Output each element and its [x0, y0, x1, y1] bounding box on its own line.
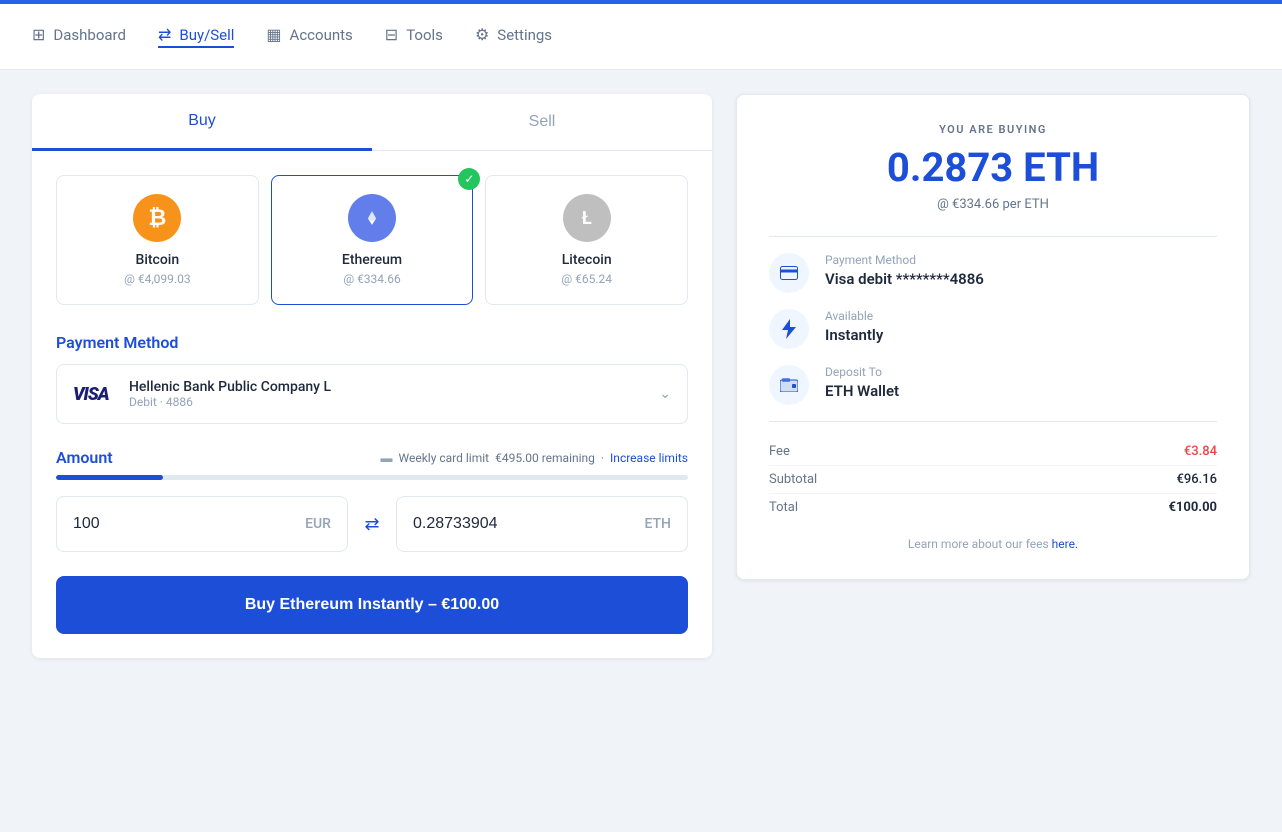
eth-input-group: ETH: [396, 496, 688, 552]
nav-buysell[interactable]: ⇄ Buy/Sell: [158, 21, 234, 48]
remaining-text: €495.00 remaining: [495, 451, 595, 465]
amount-section-label: Amount: [56, 448, 113, 467]
total-label: Total: [769, 500, 798, 515]
eur-label: EUR: [305, 516, 331, 532]
buy-button[interactable]: Buy Ethereum Instantly – €100.00: [56, 576, 688, 634]
payment-method-label: Payment Method: [825, 253, 984, 267]
order-summary: YOU ARE BUYING 0.2873 ETH @ €334.66 per …: [736, 94, 1250, 580]
summary-deposit-text: Deposit To ETH Wallet: [825, 365, 899, 400]
summary-payment-icon: [769, 253, 809, 293]
dot-separator: ·: [601, 451, 604, 465]
selected-badge: ✓: [458, 168, 480, 190]
summary-available-text: Available Instantly: [825, 309, 883, 344]
payment-sub: Debit · 4886: [129, 395, 331, 409]
available-label: Available: [825, 309, 883, 323]
tab-buy[interactable]: Buy: [32, 94, 372, 151]
crypto-card-eth[interactable]: ✓ Ethereum @ €334.66: [271, 175, 474, 305]
buysell-icon: ⇄: [158, 25, 171, 44]
payment-name: Hellenic Bank Public Company L: [129, 379, 331, 395]
subtotal-label: Subtotal: [769, 472, 817, 487]
footer-text: Learn more about our fees: [908, 537, 1052, 551]
payment-info: Hellenic Bank Public Company L Debit · 4…: [129, 379, 331, 409]
fee-value: €3.84: [1184, 444, 1217, 459]
payment-left: VISA Hellenic Bank Public Company L Debi…: [73, 379, 331, 409]
payment-section-label: Payment Method: [56, 333, 688, 352]
progress-fill: [56, 475, 163, 480]
nav-accounts[interactable]: ▦ Accounts: [266, 21, 352, 48]
weekly-limit-progress-bar: [56, 475, 688, 480]
total-row: Total €100.00: [769, 494, 1217, 521]
crypto-card-btc[interactable]: ₿ Bitcoin @ €4,099.03: [56, 175, 259, 305]
buying-amount: 0.2873 ETH: [769, 144, 1217, 191]
accounts-icon: ▦: [266, 25, 281, 44]
tools-icon: ⊟: [385, 25, 398, 44]
nav-accounts-label: Accounts: [290, 26, 353, 44]
ltc-price: @ €65.24: [498, 272, 675, 286]
summary-payment-text: Payment Method Visa debit ********4886: [825, 253, 984, 288]
summary-bolt-icon: [769, 309, 809, 349]
eur-amount-input[interactable]: [73, 515, 305, 533]
eth-price: @ €334.66: [284, 272, 461, 286]
amount-inputs: EUR ⇄ ETH: [56, 496, 688, 552]
nav-dashboard-label: Dashboard: [53, 26, 126, 44]
nav-tools-label: Tools: [406, 26, 443, 44]
visa-logo: VISA: [73, 384, 117, 405]
btc-name: Bitcoin: [69, 252, 246, 268]
available-value: Instantly: [825, 326, 883, 344]
ltc-icon: Ł: [563, 194, 611, 242]
crypto-card-ltc[interactable]: Ł Litecoin @ €65.24: [485, 175, 688, 305]
navbar: ⊞ Dashboard ⇄ Buy/Sell ▦ Accounts ⊟ Tool…: [0, 0, 1282, 70]
deposit-value: ETH Wallet: [825, 382, 899, 400]
card-icon: ▬: [381, 451, 393, 465]
dashboard-icon: ⊞: [32, 25, 45, 44]
buysell-panel: Buy Sell ₿ Bitcoin @ €4,099.03 ✓: [32, 94, 712, 658]
nav-settings[interactable]: ⚙ Settings: [475, 21, 552, 48]
deposit-label: Deposit To: [825, 365, 899, 379]
left-panel: Buy Sell ₿ Bitcoin @ €4,099.03 ✓: [32, 94, 712, 658]
buying-rate: @ €334.66 per ETH: [769, 197, 1217, 212]
settings-icon: ⚙: [475, 25, 489, 44]
total-value: €100.00: [1168, 500, 1217, 515]
limit-info: ▬ Weekly card limit €495.00 remaining · …: [381, 451, 688, 465]
chevron-down-icon: ⌄: [659, 386, 671, 402]
increase-limits-link[interactable]: Increase limits: [610, 451, 688, 465]
payment-selector[interactable]: VISA Hellenic Bank Public Company L Debi…: [56, 364, 688, 424]
summary-payment-row: Payment Method Visa debit ********4886: [769, 253, 1217, 293]
breakdown-section: Fee €3.84 Subtotal €96.16 Total €100.00: [769, 438, 1217, 521]
eur-input-group: EUR: [56, 496, 348, 552]
summary-available-row: Available Instantly: [769, 309, 1217, 349]
eth-amount-input[interactable]: [413, 515, 644, 533]
eth-label: ETH: [644, 516, 671, 532]
crypto-grid: ₿ Bitcoin @ €4,099.03 ✓: [56, 175, 688, 305]
btc-icon: ₿: [133, 194, 181, 242]
eth-name: Ethereum: [284, 252, 461, 268]
tab-header: Buy Sell: [32, 94, 712, 151]
fee-row: Fee €3.84: [769, 438, 1217, 466]
weekly-card-limit-label: Weekly card limit: [399, 451, 490, 465]
main-content: Buy Sell ₿ Bitcoin @ €4,099.03 ✓: [0, 70, 1282, 682]
amount-header: Amount ▬ Weekly card limit €495.00 remai…: [56, 448, 688, 467]
nav-buysell-label: Buy/Sell: [179, 26, 234, 44]
summary-wallet-icon: [769, 365, 809, 405]
eth-icon: [348, 194, 396, 242]
ltc-name: Litecoin: [498, 252, 675, 268]
subtotal-value: €96.16: [1176, 472, 1217, 487]
fees-link[interactable]: here.: [1052, 537, 1078, 551]
divider-1: [769, 236, 1217, 237]
btc-price: @ €4,099.03: [69, 272, 246, 286]
tab-body: ₿ Bitcoin @ €4,099.03 ✓: [32, 151, 712, 658]
fee-label: Fee: [769, 444, 790, 459]
right-panel: YOU ARE BUYING 0.2873 ETH @ €334.66 per …: [736, 94, 1250, 658]
summary-deposit-row: Deposit To ETH Wallet: [769, 365, 1217, 405]
you-are-buying-label: YOU ARE BUYING: [769, 123, 1217, 136]
subtotal-row: Subtotal €96.16: [769, 466, 1217, 494]
nav-tools[interactable]: ⊟ Tools: [385, 21, 443, 48]
swap-icon[interactable]: ⇄: [360, 514, 384, 535]
footer-note: Learn more about our fees here.: [769, 537, 1217, 551]
divider-2: [769, 421, 1217, 422]
tab-sell[interactable]: Sell: [372, 94, 712, 150]
nav-settings-label: Settings: [497, 26, 552, 44]
payment-method-value: Visa debit ********4886: [825, 270, 984, 288]
nav-dashboard[interactable]: ⊞ Dashboard: [32, 21, 126, 48]
